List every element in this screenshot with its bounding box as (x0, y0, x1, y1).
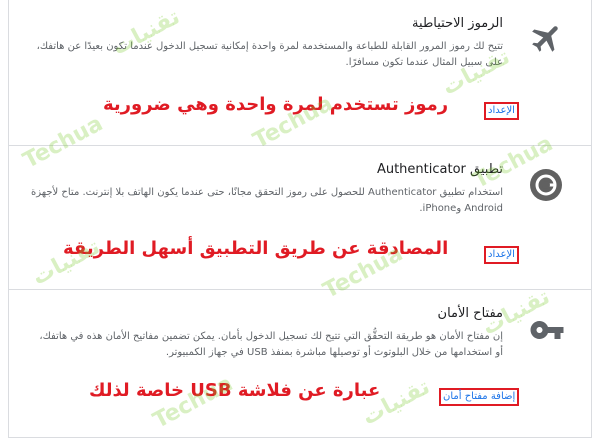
section-title: مفتاح الأمان (437, 306, 503, 321)
authenticator-setup-link[interactable]: الإعداد (484, 246, 519, 264)
key-icon (529, 312, 565, 348)
backup-codes-setup-link[interactable]: الإعداد (484, 102, 519, 120)
authenticator-icon (529, 168, 565, 204)
annotation-text: عبارة عن فلاشة USB خاصة لذلك (89, 380, 381, 401)
section-title: تطبيق Authenticator (376, 162, 503, 177)
section-description: إن مفتاح الأمان هو طريقة التحقُّق التي ت… (39, 331, 503, 358)
annotation-text: رموز تستخدم لمرة واحدة وهي ضرورية (103, 94, 449, 115)
section-description: تتيح لك رموز المرور القابلة للطباعة والم… (36, 41, 503, 68)
authenticator-section: تطبيق Authenticator استخدام تطبيق Authen… (9, 146, 591, 290)
airplane-icon (529, 20, 565, 56)
security-key-text: مفتاح الأمان إن مفتاح الأمان هو طريقة ال… (31, 306, 503, 361)
authenticator-text: تطبيق Authenticator استخدام تطبيق Authen… (31, 162, 503, 217)
backup-codes-text: الرموز الاحتياطية تتيح لك رموز المرور ال… (31, 16, 503, 71)
settings-panel: الرموز الاحتياطية تتيح لك رموز المرور ال… (8, 0, 592, 438)
annotation-text: المصادقة عن طريق التطبيق أسهل الطريقة (63, 238, 449, 259)
security-key-section: مفتاح الأمان إن مفتاح الأمان هو طريقة ال… (9, 290, 591, 438)
add-security-key-link[interactable]: إضافة مفتاح أمان (439, 388, 520, 406)
section-title: الرموز الاحتياطية (412, 16, 503, 31)
section-description: استخدام تطبيق Authenticator للحصول على ر… (31, 187, 503, 214)
backup-codes-section: الرموز الاحتياطية تتيح لك رموز المرور ال… (9, 0, 591, 146)
